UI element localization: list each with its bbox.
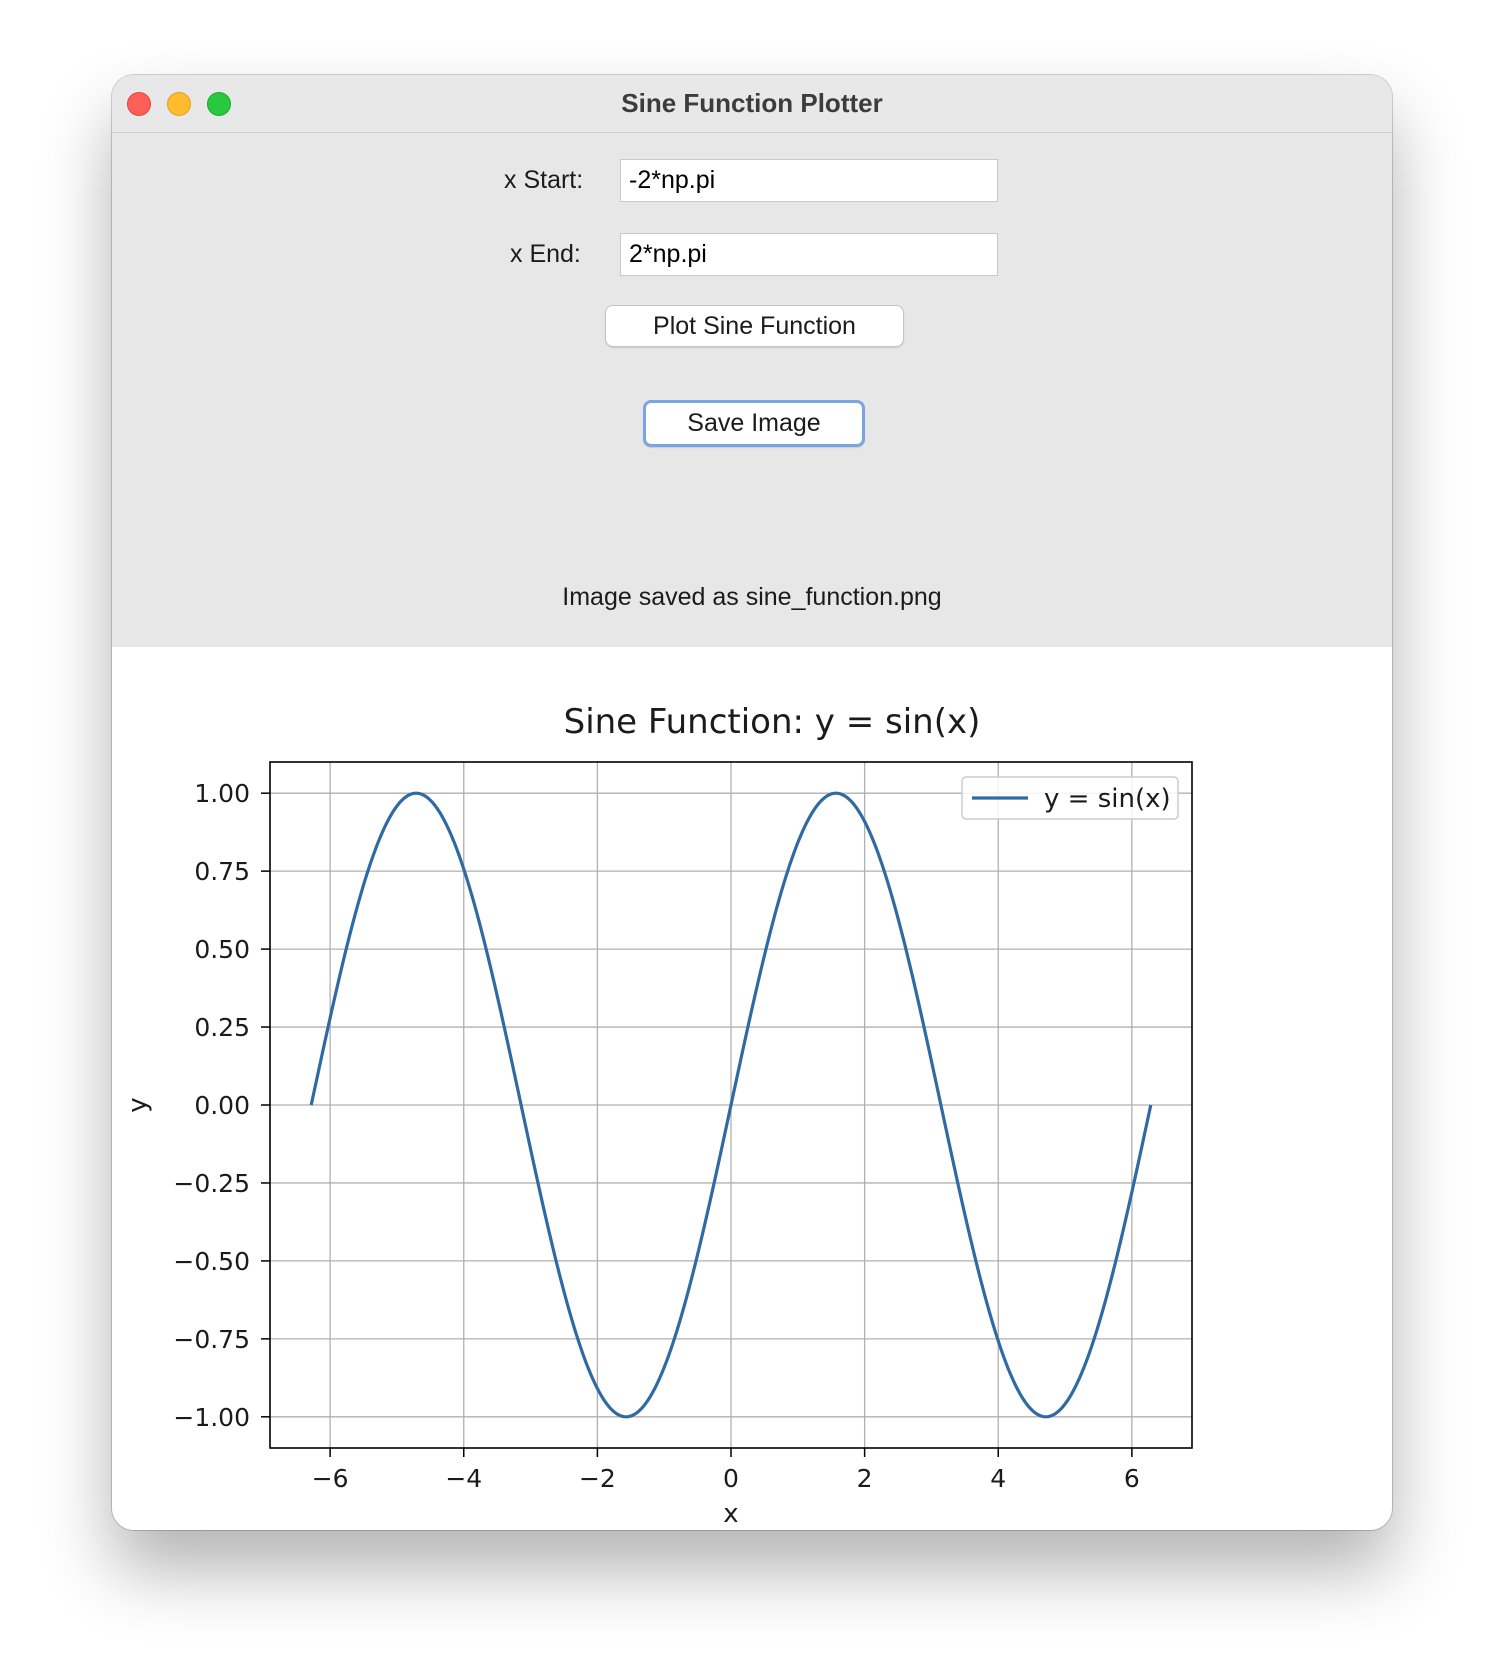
x-start-label: x Start: bbox=[504, 166, 584, 194]
x-tick-label: −2 bbox=[579, 1464, 616, 1493]
y-axis-label: y bbox=[123, 1097, 153, 1112]
sine-chart: Sine Function: y = sin(x) −6 −4 −2 0 2 4 6 1.00… bbox=[123, 702, 1193, 1529]
y-tick-label: 0.25 bbox=[194, 1013, 250, 1042]
x-tick-label: 2 bbox=[857, 1464, 873, 1493]
legend-label: y = sin(x) bbox=[1044, 784, 1171, 814]
plot-canvas: Sine Function: y = sin(x) −6 −4 −2 0 2 4 6 1.00… bbox=[112, 647, 1392, 1530]
x-end-label: x End: bbox=[510, 240, 581, 268]
plot-sine-button[interactable]: Plot Sine Function bbox=[605, 305, 904, 347]
y-tick-label: 0.75 bbox=[194, 857, 250, 886]
chart-legend: y = sin(x) bbox=[961, 776, 1179, 820]
y-tick-label: −1.00 bbox=[173, 1403, 250, 1432]
save-image-button[interactable]: Save Image bbox=[643, 400, 865, 447]
y-tick-label: −0.75 bbox=[173, 1325, 250, 1354]
x-axis-label: x bbox=[723, 1499, 738, 1529]
x-tick-label: −4 bbox=[445, 1464, 482, 1493]
x-tick-label: 6 bbox=[1124, 1464, 1140, 1493]
status-message: Image saved as sine_function.png bbox=[562, 583, 942, 611]
x-tick-label: −6 bbox=[312, 1464, 349, 1493]
title-bar: Sine Function Plotter bbox=[112, 75, 1392, 133]
y-tick-label: 1.00 bbox=[194, 779, 250, 808]
y-tick-label: 0.00 bbox=[194, 1091, 250, 1120]
y-tick-label: −0.50 bbox=[173, 1247, 250, 1276]
x-start-input[interactable] bbox=[620, 159, 998, 202]
chart-title: Sine Function: y = sin(x) bbox=[564, 702, 981, 742]
controls-panel: x Start: x End: Plot Sine Function Save … bbox=[112, 133, 1392, 647]
y-tick-label: 0.50 bbox=[194, 935, 250, 964]
x-tick-label: 0 bbox=[723, 1464, 739, 1493]
x-end-input[interactable] bbox=[620, 233, 998, 276]
app-window: Sine Function Plotter x Start: x End: Pl… bbox=[112, 75, 1392, 1530]
window-title: Sine Function Plotter bbox=[621, 88, 883, 118]
x-tick-label: 4 bbox=[990, 1464, 1006, 1493]
y-tick-label: −0.25 bbox=[173, 1169, 250, 1198]
